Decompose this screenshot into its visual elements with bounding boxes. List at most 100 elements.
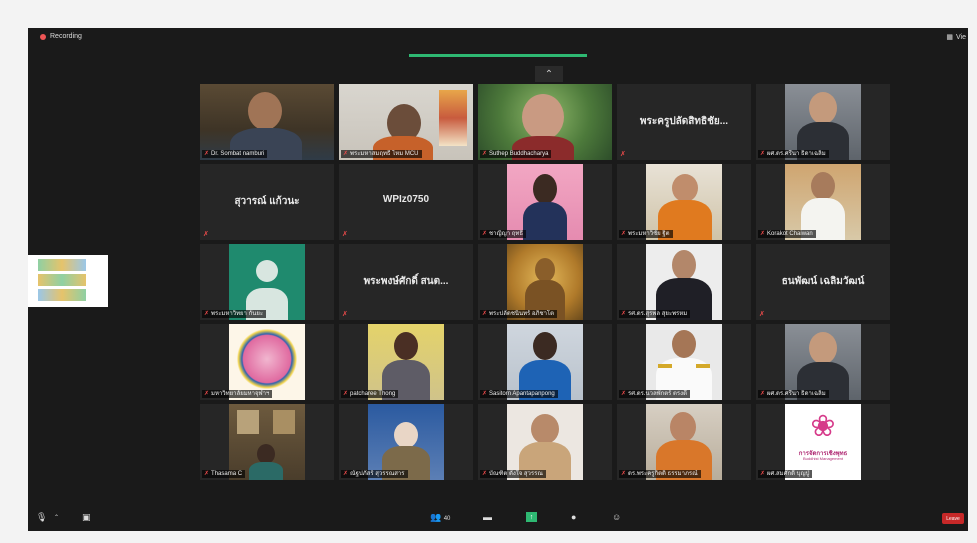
person-head	[533, 174, 557, 204]
video-feed: ❀ การจัดการเชิงพุทธ Buddhist Management	[785, 404, 861, 480]
participant-tile[interactable]: ✗ ผศ.ดร.ศรีนา ธิดาเฉลิม	[756, 84, 890, 160]
grid-view-icon: ▦	[946, 34, 953, 41]
participant-display-name: WPIz0750	[382, 194, 430, 205]
participants-count: 40	[443, 516, 451, 522]
video-feed	[785, 324, 861, 400]
recording-indicator[interactable]: Recording	[40, 33, 82, 40]
muted-mic-icon: ✗	[620, 151, 626, 158]
muted-mic-icon: ✗	[482, 311, 488, 317]
muted-mic-icon: ✗	[760, 151, 766, 157]
reactions-icon[interactable]: ☺	[612, 512, 621, 522]
view-button[interactable]: ▦ Vie	[946, 33, 966, 42]
view-label: Vie	[956, 33, 966, 41]
participant-tile[interactable]: WPIz0750 ✗	[339, 164, 473, 240]
participant-name-label: ✗ บัณฑิต ตั้งใจ สุวรรณ	[480, 470, 546, 478]
audio-options-chevron-icon[interactable]: ⌃	[54, 514, 59, 521]
avatar	[229, 244, 305, 320]
uniform-epaulette	[696, 364, 710, 368]
record-button-icon[interactable]: ●	[571, 512, 576, 522]
video-feed	[507, 404, 583, 480]
participant-name-label: ✗ พระมหาสมฤทธิ์ ไหม MCU	[341, 150, 422, 158]
person-head	[672, 250, 696, 280]
share-screen-icon[interactable]: ↑	[526, 512, 537, 522]
recording-label: Recording	[50, 33, 82, 40]
video-feed	[507, 164, 583, 240]
participant-tile[interactable]: ✗ พระปลัดชนินทร์ อภิชาโต	[478, 244, 612, 320]
participant-display-name: ธนพัฒน์ เฉลิมวัฒน์	[781, 276, 865, 287]
muted-mic-icon: ✗	[343, 391, 349, 397]
avatar-head-icon	[256, 260, 278, 282]
participant-name-label: ✗ ผศ.ดร.ศรีนา ธิดาเฉลิม	[758, 390, 829, 398]
video-feed	[785, 164, 861, 240]
participant-tile[interactable]: ✗ มหาวิทยาลัยมหาจุฬาฯ	[200, 324, 334, 400]
video-feed	[229, 404, 305, 480]
muted-mic-icon: ✗	[621, 471, 627, 477]
participant-tile[interactable]: สุวารณ์ แก้วนะ ✗	[200, 164, 334, 240]
participant-tile[interactable]: ✗ ชาญิญา ฤทธิ์	[478, 164, 612, 240]
participants-icon[interactable]: 👥 40	[430, 512, 450, 523]
participant-display-name: พระพงษ์ศักดิ์ สนต...	[363, 276, 449, 287]
record-icon	[40, 33, 46, 40]
participant-tile[interactable]: ✗ บัณฑิต ตั้งใจ สุวรรณ	[478, 404, 612, 480]
participant-tile[interactable]: ✗ ณัฐปภัสร์ สุวรรณสาร	[339, 404, 473, 480]
person-head	[531, 414, 559, 444]
participant-tile[interactable]: ✗ Korakot Chaiwan	[756, 164, 890, 240]
thumbnail-row	[38, 289, 86, 301]
buddha-statue	[535, 258, 555, 282]
muted-mic-icon: ✗	[482, 391, 488, 397]
person-head	[522, 94, 564, 140]
muted-mic-icon: ✗	[204, 311, 210, 317]
muted-mic-icon: ✗	[759, 311, 765, 318]
person-head	[248, 92, 282, 130]
person-head	[672, 174, 698, 202]
logo-subtitle: Buddhist Management	[802, 456, 844, 461]
muted-mic-icon: ✗	[482, 471, 488, 477]
muted-mic-icon: ✗	[760, 471, 766, 477]
muted-mic-icon: ✗	[342, 311, 348, 318]
participant-tile[interactable]: ✗ Sasitorn Apantapanpong	[478, 324, 612, 400]
participant-tile[interactable]: ✗ รศ.ดร.นวลพักตร์ ตรงดี	[617, 324, 751, 400]
participant-tile-active-speaker[interactable]: ✗ พระมหาสมฤทธิ์ ไหม MCU	[339, 84, 473, 160]
muted-mic-icon: ✗	[621, 391, 627, 397]
person-head	[672, 330, 696, 358]
person-head	[811, 172, 835, 200]
participant-tile[interactable]: ✗ รศ.ดร.สุรพล สุยะพรหม	[617, 244, 751, 320]
participant-tile[interactable]: ✗ พระมหาวิชัย ฐิต	[617, 164, 751, 240]
thumbnail-row	[38, 274, 86, 286]
chat-icon[interactable]: ▬	[483, 512, 492, 522]
participant-name-label: ✗ Suthep Buddhacharya	[480, 150, 552, 158]
participant-name-label: ✗ รศ.ดร.นวลพักตร์ ตรงดี	[619, 390, 690, 398]
leave-button[interactable]: Leave	[942, 513, 964, 524]
participant-tile[interactable]: พระครูปลัดสิทธิชัย... ✗	[617, 84, 751, 160]
page-up-button[interactable]: ⌃	[535, 66, 563, 82]
participant-tile[interactable]: ✗ Thasama C	[200, 404, 334, 480]
participant-tile[interactable]: ✗ พระมหาวิทยา กันยะ	[200, 244, 334, 320]
thumbnail-row	[38, 259, 86, 271]
camera-off-icon[interactable]: ▣	[82, 512, 91, 523]
participant-tile[interactable]: ✗ Suthep Buddhacharya	[478, 84, 612, 160]
participant-tile[interactable]: ธนพัฒน์ เฉลิมวัฒน์ ✗	[756, 244, 890, 320]
participant-tile[interactable]: ✗ Dr. Sombat namburi	[200, 84, 334, 160]
meeting-controls-bar: 🎙 ⌃ ▣ 👥 40 ▬ ↑ ● ☺ Leave	[28, 505, 968, 531]
muted-mic-icon: ✗	[342, 231, 348, 238]
participant-tile[interactable]: ✗ ดร.พระครูกิตติ ธรรมาภรณ์	[617, 404, 751, 480]
meeting-window: Recording ▦ Vie ⌃ ✗ Dr. Sombat namburi ✗ พ…	[28, 28, 968, 531]
mute-microphone-icon[interactable]: 🎙	[36, 512, 47, 523]
wall-frame	[273, 410, 295, 434]
participant-display-name: พระครูปลัดสิทธิชัย...	[639, 116, 729, 127]
participant-name-label: ✗ พระมหาวิทยา กันยะ	[202, 310, 267, 318]
participant-name-label: ✗ ผศ.ดร.ศรีนา ธิดาเฉลิม	[758, 150, 829, 158]
participant-name-label: ✗ patcharee Thong	[341, 390, 399, 398]
participant-tile[interactable]: ❀ การจัดการเชิงพุทธ Buddhist Management …	[756, 404, 890, 480]
uniform-epaulette	[658, 364, 672, 368]
muted-mic-icon: ✗	[621, 231, 627, 237]
participant-tile[interactable]: พระพงษ์ศักดิ์ สนต... ✗	[339, 244, 473, 320]
participant-tile[interactable]: ✗ ผศ.ดร.ศรีนา ธิดาเฉลิม	[756, 324, 890, 400]
shared-screen-thumbnail[interactable]	[28, 255, 108, 307]
participant-name-label: ✗ Thasama C	[202, 470, 246, 478]
participant-tile[interactable]: ✗ patcharee Thong	[339, 324, 473, 400]
wall-frame	[237, 410, 259, 434]
gallery-grid: ✗ Dr. Sombat namburi ✗ พระมหาสมฤทธิ์ ไหม M…	[200, 84, 890, 480]
top-bar: Recording ▦ Vie	[28, 28, 968, 46]
chevron-up-icon: ⌃	[544, 68, 554, 80]
